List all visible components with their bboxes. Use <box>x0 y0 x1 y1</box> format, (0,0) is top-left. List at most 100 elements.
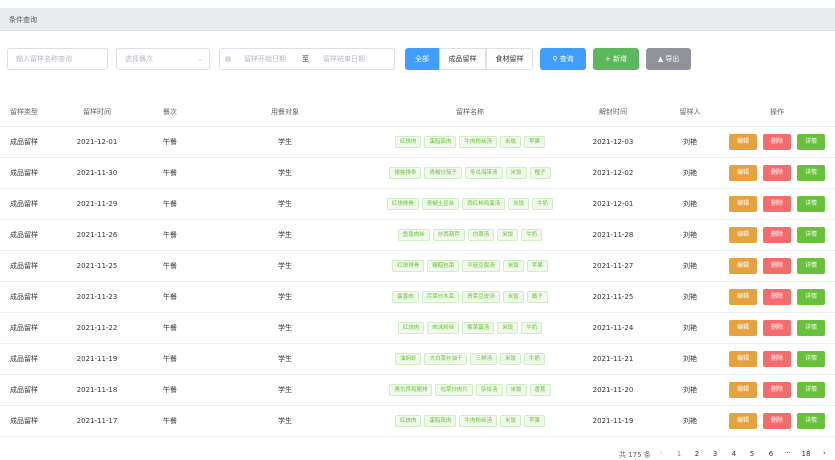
detail-button[interactable]: 详情 <box>797 382 825 398</box>
segment-product-sample[interactable]: 成品留样 <box>439 48 486 70</box>
page-6[interactable]: 6 <box>765 450 777 458</box>
cell-person: 刘艳 <box>683 169 697 177</box>
row-actions: 编辑 删除 详情 <box>729 382 825 398</box>
detail-button[interactable]: 详情 <box>797 196 825 212</box>
cell-type: 成品留样 <box>10 138 38 146</box>
detail-button[interactable]: 详情 <box>797 413 825 429</box>
cell-unseal-time: 2021-11-19 <box>592 417 634 425</box>
edit-button[interactable]: 编辑 <box>729 258 757 274</box>
edit-button[interactable]: 编辑 <box>729 165 757 181</box>
date-range-picker[interactable]: ▦ 留样开始日期 至 留样结束日期 <box>219 48 395 70</box>
sample-name-tag: 米饭 <box>497 229 519 241</box>
sample-name-tag: 椒盐排条 <box>389 167 422 179</box>
page-5[interactable]: 5 <box>746 450 758 458</box>
sample-name-tag: 橙子 <box>529 167 551 179</box>
cell-type: 成品留样 <box>10 386 38 394</box>
page-4[interactable]: 4 <box>728 450 740 458</box>
segment-ingredient-sample[interactable]: 食材留样 <box>486 48 533 70</box>
row-actions: 编辑 删除 详情 <box>729 320 825 336</box>
sample-name-tag: 红烧肉 <box>394 136 422 148</box>
query-button[interactable]: ⚲ 查询 <box>540 48 586 70</box>
cell-unseal-time: 2021-11-27 <box>592 262 634 270</box>
sample-name-tag: 杂烩汤 <box>475 384 503 396</box>
row-actions: 编辑 删除 详情 <box>729 196 825 212</box>
delete-button[interactable]: 删除 <box>763 382 791 398</box>
cell-operations: 编辑 删除 详情 <box>727 158 827 188</box>
table-row: 成品留样 2021-12-01 午餐 学生 红烧肉 蛋脂蒸肉 牛肉粉丝汤 米饭 苹果 2021-1… <box>0 127 835 158</box>
page-1[interactable]: 1 <box>673 450 685 458</box>
detail-button[interactable]: 详情 <box>797 351 825 367</box>
filter-toolbar: 输入留样名称查询 选择餐次 ⌄ ▦ 留样开始日期 至 留样结束日期 全部 成品留… <box>0 46 835 72</box>
page-2[interactable]: 2 <box>691 450 703 458</box>
cell-meal: 午餐 <box>163 138 177 146</box>
edit-button[interactable]: 编辑 <box>729 413 757 429</box>
detail-button[interactable]: 详情 <box>797 320 825 336</box>
meal-select[interactable]: 选择餐次 ⌄ <box>116 48 210 70</box>
cell-type: 成品留样 <box>10 417 38 425</box>
sample-name-tag: 橘子 <box>526 291 548 303</box>
sample-name-tag: 炒西葫芦 <box>432 229 465 241</box>
cell-names: 红烧肉 肉沫粉丝 紫菜蛋汤 米饭 牛奶 <box>340 313 600 343</box>
cell-type: 成品留样 <box>10 169 38 177</box>
sample-name-tag: 白菜汤 <box>467 229 495 241</box>
cell-time: 2021-11-30 <box>76 169 118 177</box>
cell-unseal-time: 2021-11-24 <box>592 324 634 332</box>
sample-name-tag: 米饭 <box>505 167 527 179</box>
prev-page-chevron-left-icon[interactable]: ‹ <box>660 449 663 457</box>
segment-all[interactable]: 全部 <box>405 48 439 70</box>
sample-name-tags: 蛋香肉 芹菜炒木耳 青菜豆皮汤 米饭 橘子 <box>392 291 548 303</box>
cell-person: 刘艳 <box>683 417 697 425</box>
delete-button[interactable]: 删除 <box>763 134 791 150</box>
detail-button[interactable]: 详情 <box>797 134 825 150</box>
add-button[interactable]: + 新增 <box>593 48 639 70</box>
delete-button[interactable]: 删除 <box>763 320 791 336</box>
page-3[interactable]: 3 <box>709 450 721 458</box>
edit-button[interactable]: 编辑 <box>729 382 757 398</box>
header-names: 留样名称 <box>456 108 484 116</box>
cell-names: 油焖虾 大白菜炒油干 三鲜汤 米饭 牛奶 <box>340 344 600 374</box>
cell-person: 刘艳 <box>683 324 697 332</box>
cell-type: 成品留样 <box>10 200 38 208</box>
cell-person: 刘艳 <box>683 200 697 208</box>
cell-meal: 午餐 <box>163 386 177 394</box>
header-type: 留样类型 <box>10 108 38 116</box>
edit-button[interactable]: 编辑 <box>729 320 757 336</box>
next-page-chevron-right-icon[interactable]: › <box>823 449 826 457</box>
edit-button[interactable]: 编辑 <box>729 351 757 367</box>
sample-name-search-input[interactable]: 输入留样名称查询 <box>7 48 108 70</box>
delete-button[interactable]: 删除 <box>763 289 791 305</box>
delete-button[interactable]: 删除 <box>763 351 791 367</box>
page-last[interactable]: 18 <box>800 450 812 458</box>
table-row: 成品留样 2021-11-29 午餐 学生 红烧排骨 青椒土豆丝 西红柿鸡蛋汤 米饭 牛奶 202… <box>0 189 835 220</box>
table-header: 留样类型 留样时间 餐次 用餐对象 留样名称 解封时间 留样人 操作 <box>0 98 835 127</box>
pagination: 共 175 条 ‹ 1 2 3 4 5 6 ··· 18 › <box>0 448 835 460</box>
meal-select-placeholder: 选择餐次 <box>125 55 153 63</box>
query-label: 查询 <box>559 55 574 63</box>
sample-name-tags: 红烧肉 肉沫粉丝 紫菜蛋汤 米饭 牛奶 <box>397 322 543 334</box>
delete-button[interactable]: 删除 <box>763 196 791 212</box>
cell-time: 2021-11-26 <box>76 231 118 239</box>
detail-button[interactable]: 详情 <box>797 165 825 181</box>
detail-button[interactable]: 详情 <box>797 258 825 274</box>
export-button[interactable]: ▲ 导出 <box>646 48 691 70</box>
edit-button[interactable]: 编辑 <box>729 134 757 150</box>
cell-operations: 编辑 删除 详情 <box>727 189 827 219</box>
delete-button[interactable]: 删除 <box>763 165 791 181</box>
sample-name-tag: 青菜豆皮汤 <box>462 291 500 303</box>
cell-time: 2021-11-19 <box>76 355 118 363</box>
edit-button[interactable]: 编辑 <box>729 196 757 212</box>
delete-button[interactable]: 删除 <box>763 258 791 274</box>
cell-meal: 午餐 <box>163 169 177 177</box>
sample-name-tag: 米饭 <box>500 136 522 148</box>
cell-target: 学生 <box>278 262 292 270</box>
cell-operations: 编辑 删除 详情 <box>727 313 827 343</box>
edit-button[interactable]: 编辑 <box>729 227 757 243</box>
delete-button[interactable]: 删除 <box>763 227 791 243</box>
detail-button[interactable]: 详情 <box>797 289 825 305</box>
delete-button[interactable]: 删除 <box>763 413 791 429</box>
pagination-ellipsis[interactable]: ··· <box>784 449 791 457</box>
cell-meal: 午餐 <box>163 200 177 208</box>
cell-names: 红烧排骨 青椒土豆丝 西红柿鸡蛋汤 米饭 牛奶 <box>340 189 600 219</box>
detail-button[interactable]: 详情 <box>797 227 825 243</box>
edit-button[interactable]: 编辑 <box>729 289 757 305</box>
